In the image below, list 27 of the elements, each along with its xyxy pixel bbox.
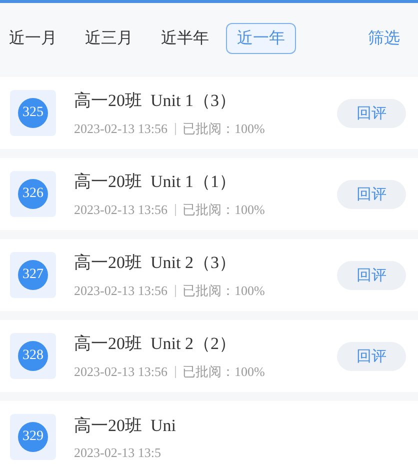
number-badge: 328 [18,341,48,371]
period-tab[interactable]: 近三月 [74,22,144,54]
record-time: 2023-02-13 13:56 [74,282,168,298]
review-status: 已批阅：100% [182,282,265,300]
record-title: 高一20班 Unit 1（3） [74,90,237,112]
number-badge: 326 [18,179,48,209]
record-card[interactable]: 327 高一20班 Unit 2（3） 2023-02-13 13:56 已批阅：100% 回评 [0,239,418,311]
number-badge: 329 [18,422,48,452]
record-title: 高一20班 Uni [74,414,177,436]
period-tab[interactable]: 近半年 [150,22,220,54]
record-title: 高一20班 Unit 2（3） [74,252,237,274]
record-title: 高一20班 Unit 2（2） [74,332,237,354]
record-time: 2023-02-13 13:56 [74,202,168,218]
review-status: 已批阅：100% [182,362,265,380]
record-card[interactable]: 329 高一20班 Uni 2023-02-13 13:5 [0,401,418,470]
review-status: 已批阅：100% [182,120,265,138]
record-time: 2023-02-13 13:56 [74,364,168,380]
record-time: 2023-02-13 13:5 [74,444,162,460]
record-card[interactable]: 328 高一20班 Unit 2（2） 2023-02-13 13:56 已批阅：100% 回评 [0,320,418,392]
record-card[interactable]: 326 高一20班 Unit 1（1） 2023-02-13 13:56 已批阅：100% 回评 [0,158,418,230]
review-status: 已批阅：100% [182,200,265,218]
number-badge: 325 [18,98,48,128]
record-title: 高一20班 Unit 1（1） [74,170,237,192]
record-time: 2023-02-13 13:56 [74,120,168,136]
period-tab[interactable]: 近一月 [8,22,68,54]
number-badge: 327 [18,260,48,290]
record-card[interactable]: 325 高一20班 Unit 1（3） 2023-02-13 13:56 已批阅：100% 回评 [0,77,418,149]
